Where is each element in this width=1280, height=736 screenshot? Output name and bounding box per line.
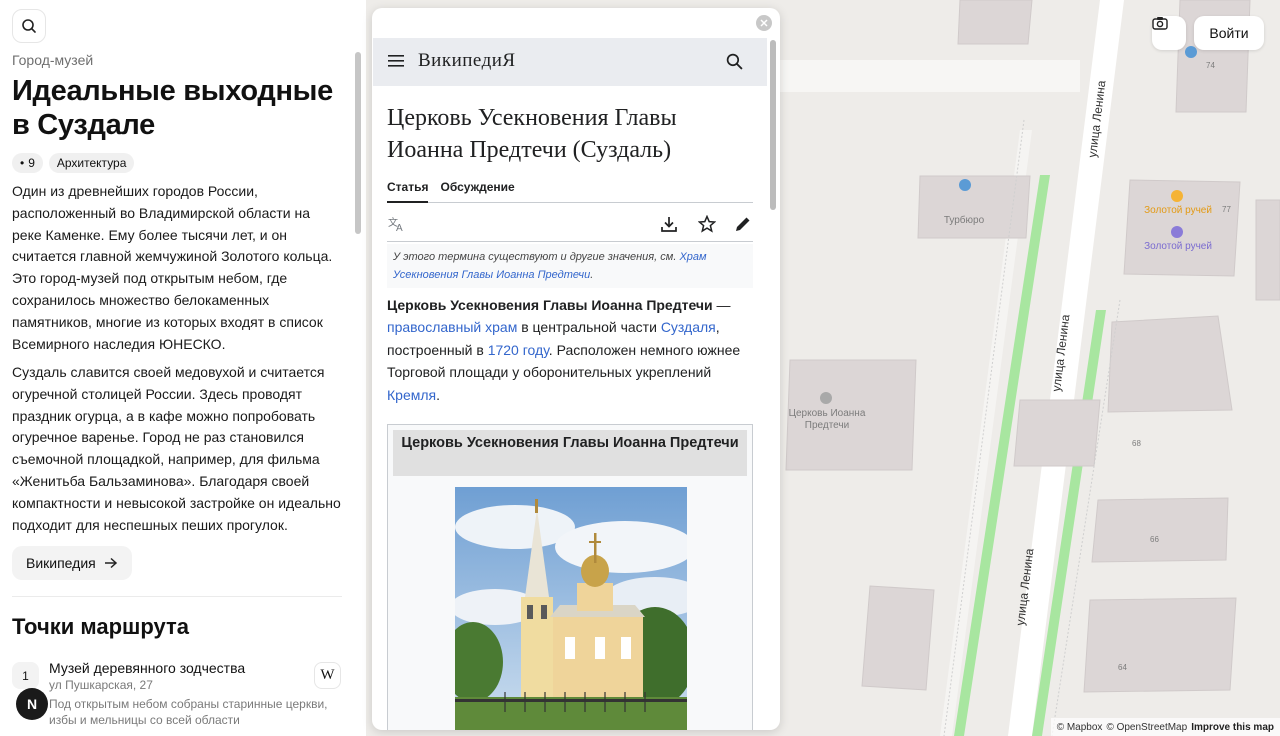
wiki-tabs: Статья Обсуждение [387, 178, 753, 203]
road-side [780, 60, 1080, 92]
scrollbar[interactable] [770, 40, 776, 210]
building [1255, 199, 1280, 301]
route-address: ул Пушкарская, 27 [49, 678, 153, 692]
link-year-1720[interactable]: 1720 году [488, 342, 549, 358]
osm-link[interactable]: © OpenStreetMap [1106, 722, 1187, 733]
dot-icon: • [20, 156, 25, 170]
hatnote: У этого термина существуют и другие знач… [387, 244, 753, 288]
article-heading: Церковь Усекновения Главы Иоанна Предтеч… [387, 105, 677, 163]
church-photo[interactable] [455, 487, 687, 730]
improve-map-link[interactable]: Improve this map [1191, 722, 1274, 733]
wiki-toolbar: 文 A [387, 208, 753, 242]
scrollbar[interactable] [355, 52, 361, 234]
poi-hotel-icon[interactable] [1171, 226, 1183, 238]
route-item[interactable]: 1 Музей деревянного зодчества ул Пушкарс… [12, 656, 342, 736]
route-number: 1 [12, 662, 39, 689]
tag-list: • 9 Архитектура [12, 153, 135, 173]
description-paragraph: Один из древнейших городов России, распо… [12, 183, 333, 352]
close-icon [760, 19, 768, 27]
hatnote-end: . [590, 269, 594, 281]
hatnote-text: У этого термина существуют и другие знач… [393, 251, 680, 263]
camera-icon [1152, 17, 1168, 30]
wikipedia-button-label: Википедия [26, 555, 96, 571]
lead-text: . [436, 386, 440, 403]
tab-article[interactable]: Статья [387, 178, 429, 203]
search-icon [22, 19, 36, 33]
poi-info-icon[interactable] [959, 179, 971, 191]
building [917, 175, 1031, 239]
building [1107, 315, 1233, 413]
close-button[interactable] [756, 15, 772, 31]
building [1013, 399, 1101, 467]
poi-info-icon[interactable] [1185, 46, 1197, 58]
search-icon[interactable] [726, 53, 743, 70]
arrow-right-icon [104, 557, 117, 569]
star-icon[interactable] [697, 214, 717, 234]
route-description: Под открытым небом собраны старинные цер… [49, 697, 328, 727]
language-icon[interactable]: 文 A [387, 214, 407, 234]
wikipedia-logo[interactable]: ВикипедиЯ [418, 50, 516, 72]
route-name[interactable]: Музей деревянного зодчества [49, 660, 245, 676]
wikipedia-button[interactable]: Википедия [12, 546, 132, 580]
tag-label: Архитектура [56, 156, 127, 170]
link-kremlin[interactable]: Кремля [387, 387, 436, 403]
login-button[interactable]: Войти [1194, 16, 1264, 50]
poi-label-zolotoy-1[interactable]: Золотой ручей [1140, 205, 1216, 217]
tag-label: 9 [28, 156, 35, 170]
house-number: 68 [1132, 439, 1141, 448]
house-number: 66 [1150, 535, 1159, 544]
house-number: 64 [1118, 663, 1127, 672]
poi-church-icon[interactable] [820, 392, 832, 404]
tag-architecture[interactable]: Архитектура [48, 153, 135, 173]
wikipedia-w-icon[interactable]: W [314, 662, 341, 689]
building [957, 0, 1033, 45]
lead-paragraph: Церковь Усекновения Главы Иоанна Предтеч… [387, 294, 757, 406]
camera-button[interactable] [1152, 16, 1186, 50]
link-suzdal[interactable]: Суздаля [661, 319, 716, 335]
poi-food-icon[interactable] [1171, 190, 1183, 202]
lead-text: в центральной части [517, 319, 661, 336]
building [1091, 497, 1229, 563]
tag-count[interactable]: • 9 [12, 153, 43, 173]
poi-label-church[interactable]: Церковь Иоанна Предтечи [782, 408, 872, 432]
divider [12, 596, 342, 597]
wikipedia-popup: ВикипедиЯ Церковь Усекновения Главы Иоан… [372, 8, 780, 730]
house-number: 74 [1206, 61, 1215, 70]
infobox: Церковь Усекновения Главы Иоанна Предтеч… [387, 424, 753, 730]
map-attribution: © Mapbox © OpenStreetMap Improve this ma… [1050, 718, 1280, 736]
lead-text: — [712, 297, 731, 313]
search-button[interactable] [12, 9, 46, 43]
lead-bold: Церковь Усекновения Главы Иоанна Предтеч… [387, 297, 713, 313]
infobox-title: Церковь Усекновения Главы Иоанна Предтеч… [393, 430, 747, 476]
download-icon[interactable] [659, 214, 679, 234]
page-title: Идеальные выходные в Суздале [12, 75, 333, 141]
kicker: Город-музей [12, 52, 94, 68]
left-panel: Город-музей Идеальные выходные в Суздале… [0, 0, 366, 736]
svg-text:A: A [396, 223, 403, 232]
nav-fab-button[interactable]: N [16, 688, 48, 720]
building [1083, 597, 1237, 693]
link-orthodox-church[interactable]: православный храм [387, 319, 517, 335]
edit-pencil-icon[interactable] [733, 214, 753, 234]
building [861, 585, 935, 691]
route-section-title: Точки маршрута [12, 614, 190, 639]
poi-label-zolotoy-2[interactable]: Золотой ручей [1140, 241, 1216, 253]
poi-label-turburo[interactable]: Турбюро [934, 215, 994, 227]
tab-discussion[interactable]: Обсуждение [440, 178, 514, 203]
wiki-header: ВикипедиЯ [373, 38, 767, 86]
mapbox-link[interactable]: © Mapbox [1057, 722, 1103, 733]
hamburger-menu-icon[interactable] [388, 54, 404, 68]
house-number: 77 [1222, 205, 1231, 214]
description-paragraph: Суздаль славится своей медовухой и счита… [12, 364, 341, 533]
